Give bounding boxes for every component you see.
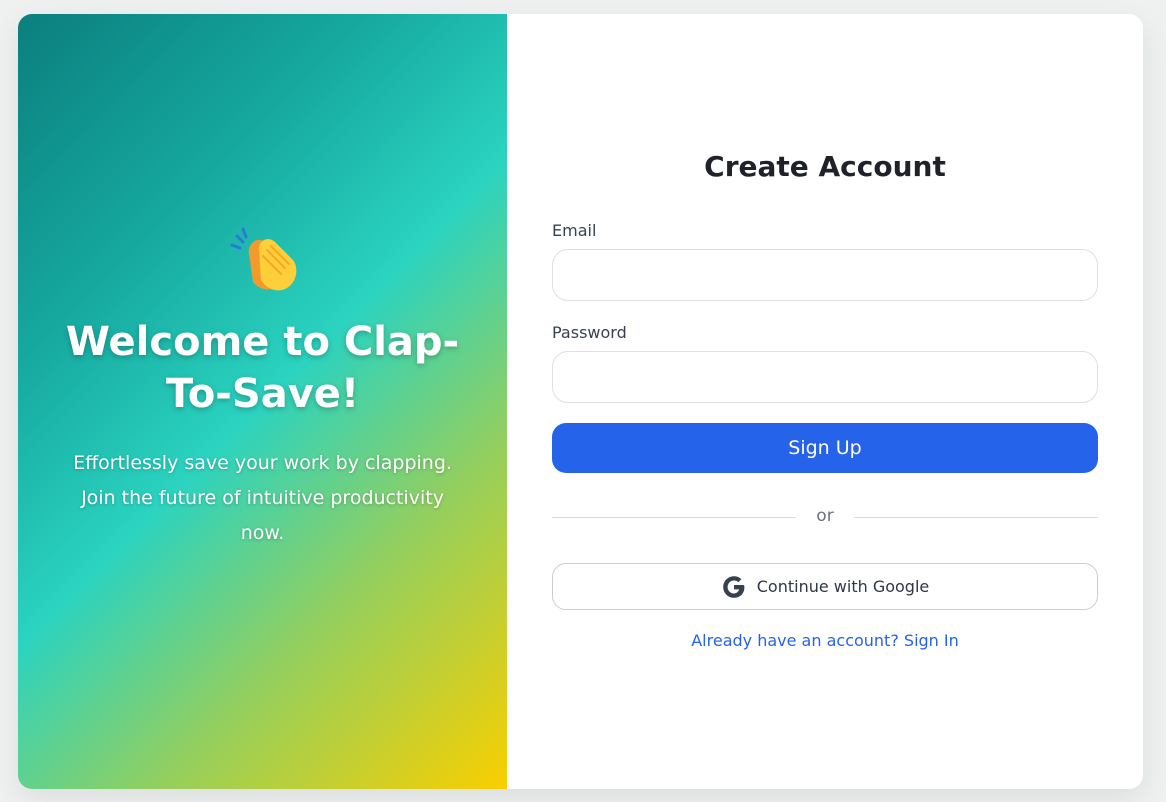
email-field[interactable] <box>552 249 1098 301</box>
google-button-label: Continue with Google <box>756 577 930 596</box>
sign-up-button[interactable]: Sign Up <box>552 423 1098 473</box>
hero-title: Welcome to Clap-To-Save! <box>65 319 460 417</box>
email-label: Email <box>552 221 597 240</box>
hero-panel: Welcome to Clap-To-Save! Effortlessly sa… <box>18 14 507 789</box>
signup-card: Welcome to Clap-To-Save! Effortlessly sa… <box>18 14 1143 789</box>
clapping-hands-icon <box>223 218 303 298</box>
signup-form: Create Account Email Password Sign Up or… <box>507 14 1143 789</box>
password-field[interactable] <box>552 351 1098 403</box>
divider-text: or <box>816 506 834 526</box>
google-icon <box>721 574 747 600</box>
or-divider: or <box>552 506 1098 528</box>
form-title: Create Account <box>704 150 946 183</box>
password-label: Password <box>552 323 627 342</box>
hero-subtitle: Effortlessly save your work by clapping.… <box>73 452 452 544</box>
sign-in-link[interactable]: Already have an account? Sign In <box>507 631 1143 650</box>
google-signin-button[interactable]: Continue with Google <box>552 563 1098 610</box>
divider-line-right <box>854 517 1098 518</box>
